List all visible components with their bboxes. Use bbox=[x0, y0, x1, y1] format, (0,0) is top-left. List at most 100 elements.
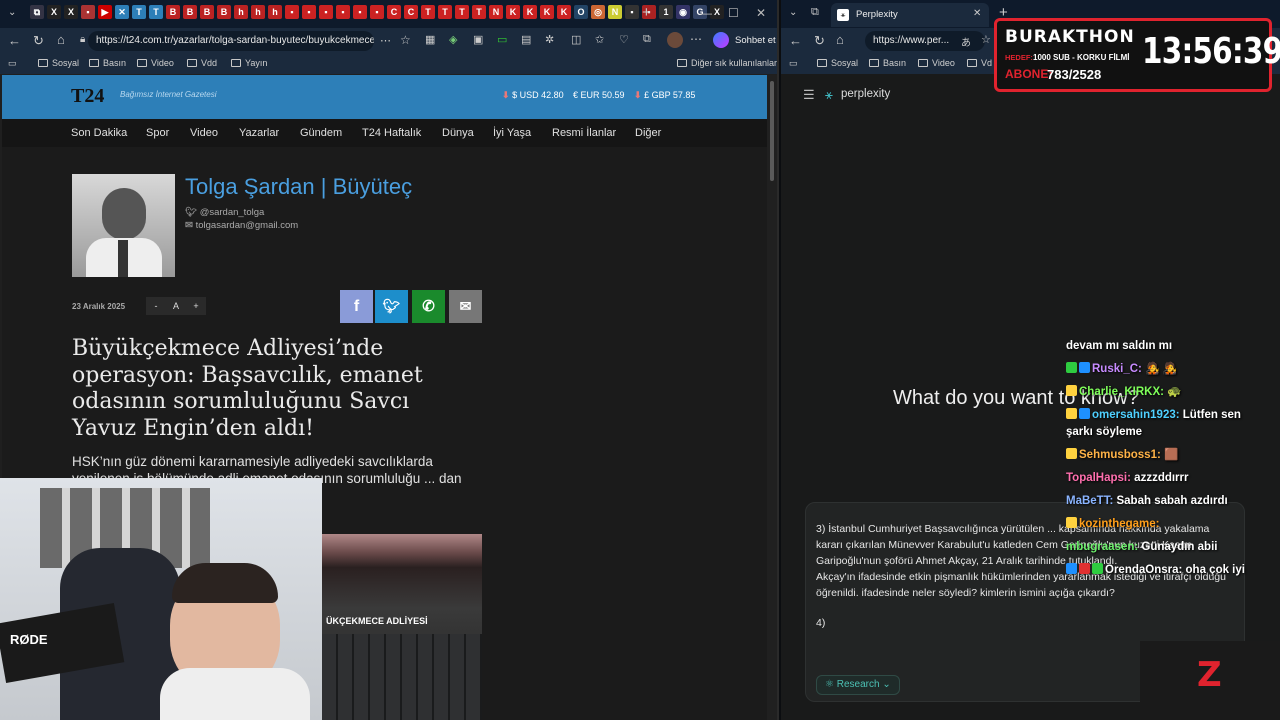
home-icon[interactable]: ⌂ bbox=[836, 32, 844, 47]
tab-icon-youtube[interactable]: ▶ bbox=[98, 5, 112, 19]
tab-icon[interactable]: T bbox=[132, 5, 146, 19]
tab-menu-chevron-icon[interactable]: ⌄ bbox=[8, 7, 16, 18]
bookmarks-menu-icon[interactable]: ▭ bbox=[8, 58, 17, 69]
tab-icon[interactable]: K bbox=[506, 5, 520, 19]
chat-sidebar-button[interactable]: Sohbet et bbox=[735, 35, 776, 46]
maximize-icon[interactable]: ☐ bbox=[728, 6, 739, 20]
tab-icon[interactable]: ▪ bbox=[319, 5, 333, 19]
bookmark-folder-basin[interactable]: Basın bbox=[89, 58, 126, 68]
nav-yazarlar[interactable]: Yazarlar bbox=[239, 127, 279, 139]
font-decrease-button[interactable]: - bbox=[146, 297, 166, 315]
whatsapp-share-icon[interactable]: ✆ bbox=[412, 290, 445, 323]
nav-dunya[interactable]: Dünya bbox=[442, 127, 474, 139]
tab-perplexity[interactable]: ⚹ Perplexity ✕ bbox=[831, 3, 989, 27]
extension-icon[interactable]: ▤ bbox=[521, 33, 531, 46]
nav-gundem[interactable]: Gündem bbox=[300, 127, 342, 139]
extension-icon[interactable]: ☆ bbox=[981, 33, 991, 46]
extensions-puzzle-icon[interactable]: ✲ bbox=[545, 33, 554, 46]
bookmark-folder-yayin[interactable]: Yayın bbox=[231, 58, 267, 68]
tab-icon[interactable]: ◉ bbox=[676, 5, 690, 19]
favorite-star-icon[interactable]: ☆ bbox=[400, 33, 411, 47]
nav-resmi-ilanlar[interactable]: Resmi İlanlar bbox=[552, 127, 616, 139]
reload-icon[interactable]: ↻ bbox=[33, 33, 44, 49]
tab-icon[interactable]: B bbox=[217, 5, 231, 19]
back-arrow-icon[interactable]: ← bbox=[8, 33, 21, 48]
tab-icon[interactable]: T bbox=[472, 5, 486, 19]
bookmark-folder-video[interactable]: Video bbox=[918, 58, 955, 68]
tab-icon[interactable]: h bbox=[251, 5, 265, 19]
tab-icon[interactable]: T bbox=[421, 5, 435, 19]
bookmark-folder-basin[interactable]: Basın bbox=[869, 58, 906, 68]
extension-icon[interactable]: ◈ bbox=[449, 33, 457, 46]
bookmark-folder-sosyal[interactable]: Sosyal bbox=[817, 58, 858, 68]
tab-icon[interactable]: N bbox=[489, 5, 503, 19]
tab-menu-chevron-icon[interactable]: ⌄ bbox=[789, 7, 797, 18]
tab-icon[interactable]: ▪ bbox=[285, 5, 299, 19]
nav-iyi-yasa[interactable]: İyi Yaşa bbox=[493, 127, 531, 139]
bookmark-folder-video[interactable]: Video bbox=[137, 58, 174, 68]
perplexity-logo-icon[interactable]: ⚹ bbox=[825, 87, 833, 103]
tab-icon[interactable]: C bbox=[387, 5, 401, 19]
profile-avatar[interactable] bbox=[667, 32, 683, 48]
tab-icon-x[interactable]: X bbox=[710, 5, 724, 19]
t24-logo[interactable]: T24 bbox=[71, 85, 104, 108]
tab-icon[interactable]: K bbox=[523, 5, 537, 19]
more-icon[interactable]: ⋯ bbox=[380, 34, 391, 47]
tab-icon[interactable]: ▪ bbox=[336, 5, 350, 19]
url-input[interactable]: https://t24.com.tr/yazarlar/tolga-sardan… bbox=[88, 31, 374, 51]
nav-video[interactable]: Video bbox=[190, 127, 218, 139]
bookmark-folder-vd[interactable]: Vd bbox=[967, 58, 992, 68]
split-screen-icon[interactable]: ◫ bbox=[571, 33, 581, 46]
email-share-icon[interactable]: ✉ bbox=[449, 290, 482, 323]
favorites-icon[interactable]: ✩ bbox=[595, 33, 604, 46]
research-mode-button[interactable]: ⚛︎ Research ⌄ bbox=[816, 675, 900, 695]
author-email[interactable]: ✉ tolgasardan@gmail.com bbox=[185, 220, 298, 231]
tab-icon-x[interactable]: X bbox=[64, 5, 78, 19]
tab-icon[interactable]: C bbox=[404, 5, 418, 19]
tab-icon[interactable]: B bbox=[183, 5, 197, 19]
tab-icon[interactable]: ▪ bbox=[625, 5, 639, 19]
new-tab-button[interactable]: + bbox=[642, 4, 651, 21]
tab-icon[interactable]: T bbox=[149, 5, 163, 19]
copilot-icon[interactable] bbox=[713, 32, 729, 48]
settings-more-icon[interactable]: ⋯ bbox=[690, 32, 702, 46]
translate-icon[interactable]: あ bbox=[961, 34, 971, 49]
tab-active-t24[interactable]: ✕ bbox=[115, 5, 129, 19]
author-twitter[interactable]: 🐦︎ @sardan_tolga bbox=[185, 207, 264, 218]
facebook-share-icon[interactable]: f bbox=[340, 290, 373, 323]
tab-icon[interactable]: K bbox=[557, 5, 571, 19]
tab-icon[interactable]: ▪ bbox=[302, 5, 316, 19]
tab-icon[interactable]: T bbox=[438, 5, 452, 19]
nav-t24-haftalik[interactable]: T24 Haftalık bbox=[362, 127, 421, 139]
hamburger-menu-icon[interactable]: ☰ bbox=[803, 87, 815, 103]
nav-spor[interactable]: Spor bbox=[146, 127, 169, 139]
tab-icon[interactable]: ▪ bbox=[370, 5, 384, 19]
tab-icon[interactable]: ▪ bbox=[81, 5, 95, 19]
home-icon[interactable]: ⌂ bbox=[57, 32, 65, 47]
tab-icon[interactable]: B bbox=[166, 5, 180, 19]
tab-icon[interactable]: T bbox=[455, 5, 469, 19]
tab-icon[interactable]: O bbox=[574, 5, 588, 19]
bookmarks-menu-icon[interactable]: ▭ bbox=[789, 58, 798, 69]
nav-son-dakika[interactable]: Son Dakika bbox=[71, 127, 127, 139]
page-scrollbar[interactable] bbox=[767, 75, 777, 720]
bookmark-folder-vdd[interactable]: Vdd bbox=[187, 58, 217, 68]
tab-icon[interactable]: ▪ bbox=[353, 5, 367, 19]
twitter-share-icon[interactable]: 🐦︎ bbox=[375, 290, 408, 323]
nav-diger[interactable]: Diğer bbox=[635, 127, 661, 139]
minimize-icon[interactable]: — bbox=[700, 6, 712, 20]
tab-icon[interactable]: h bbox=[268, 5, 282, 19]
other-bookmarks[interactable]: Diğer sık kullanılanlar bbox=[677, 58, 777, 68]
tab-icon[interactable]: ⧉ bbox=[30, 5, 44, 19]
extension-icon[interactable]: ▣ bbox=[473, 33, 483, 46]
font-reset-button[interactable]: A bbox=[166, 297, 186, 315]
tab-icon[interactable]: h bbox=[234, 5, 248, 19]
heart-icon[interactable]: ♡ bbox=[619, 33, 629, 46]
author-name[interactable]: Tolga Şardan | Büyüteç bbox=[185, 174, 412, 200]
tab-icon[interactable]: ◎ bbox=[591, 5, 605, 19]
perplexity-brand[interactable]: perplexity bbox=[841, 88, 890, 100]
tab-icon[interactable]: N bbox=[608, 5, 622, 19]
tab-icon[interactable]: K bbox=[540, 5, 554, 19]
tab-icon[interactable]: B bbox=[200, 5, 214, 19]
bookmark-folder-sosyal[interactable]: Sosyal bbox=[38, 58, 79, 68]
